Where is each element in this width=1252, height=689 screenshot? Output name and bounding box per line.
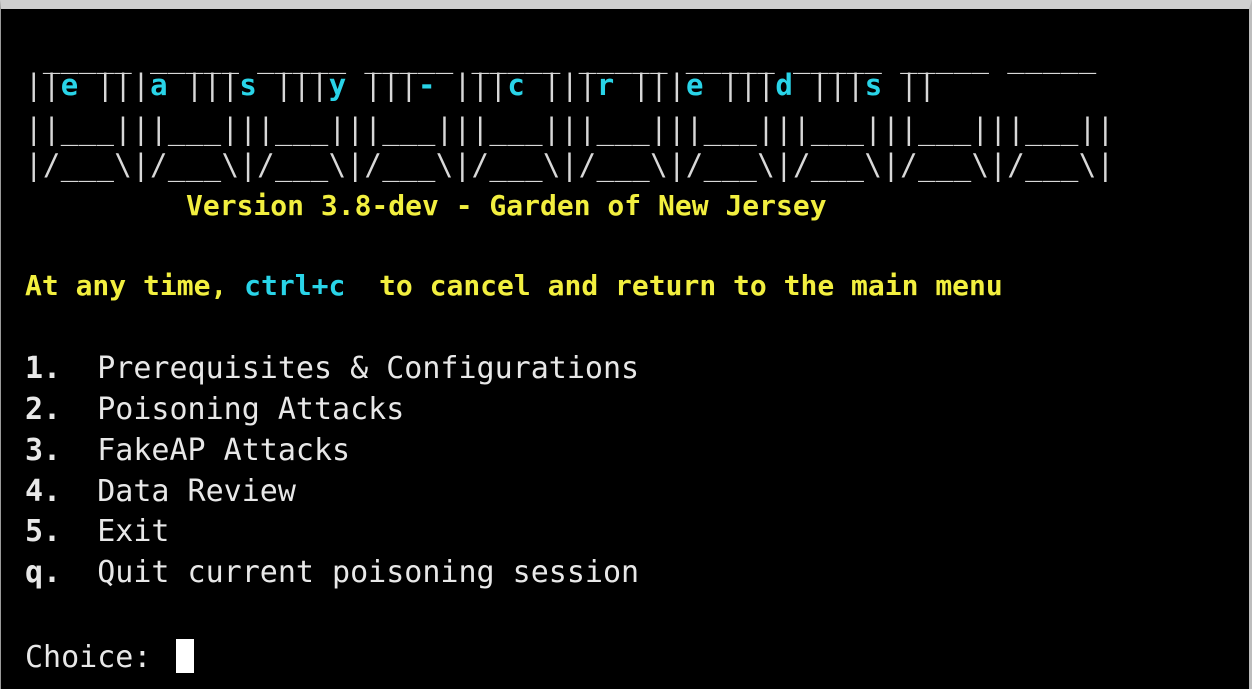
banner-letter: r [596,68,615,102]
banner-letter: c [507,68,526,102]
banner-letter: d [775,68,794,102]
menu-item-key: 3. [25,433,62,468]
version-text: Version 3.8-dev - Garden of New Jersey [186,189,827,222]
banner-letter: a [150,68,168,102]
banner-letter: y [328,68,347,102]
cancel-hint-suffix: to cancel and return to the main menu [345,269,1003,302]
menu-item-label: Poisoning Attacks [97,392,405,427]
menu-item-4: 4. Data Review [25,477,296,507]
terminal-screen[interactable]: _____ _____ _____ _____ _____ _____ ____… [1,9,1249,689]
banner-letters-line: ||e |||a |||s |||y |||- |||c |||r |||e |… [25,68,937,102]
banner-letter: s [239,68,258,102]
menu-item-key: 1. [25,351,62,386]
menu-item-label: Quit current poisoning session [97,555,640,590]
menu-item-3: 3. FakeAP Attacks [25,436,350,466]
cancel-hint-prefix: At any time, [25,269,245,302]
menu-item-key: 2. [25,392,62,427]
menu-item-key: 4. [25,474,62,509]
banner-letter: e [60,68,79,102]
menu-item-label: FakeAP Attacks [97,433,351,468]
cancel-hint-key: ctrl+c [244,269,346,302]
choice-prompt-label: Choice: [25,640,170,675]
menu-item-label: Data Review [97,474,296,509]
menu-item-5: 5. Exit [25,517,170,547]
cursor-block[interactable] [175,639,194,673]
banner-base-line: |/___\|/___\|/___\|/___\|/___\|/___\|/__… [25,148,1115,182]
menu-item-label: Prerequisites & Configurations [97,351,640,386]
menu-item-key: 5. [25,514,62,549]
choice-prompt[interactable]: Choice: [25,639,194,673]
menu-item-2: 2. Poisoning Attacks [25,395,404,425]
banner-letter: e [686,68,704,102]
menu-item-label: Exit [97,514,170,549]
banner-letter: s [864,68,883,102]
cancel-hint: At any time, ctrl+c to cancel and return… [25,272,1003,300]
menu-item-key: q. [25,555,62,590]
terminal-window: _____ _____ _____ _____ _____ _____ ____… [0,0,1252,689]
banner-bottom-line: ||___|||___|||___|||___|||___|||___|||__… [25,112,1115,146]
menu-item-q: q. Quit current poisoning session [25,558,639,588]
banner-letter: - [418,68,436,102]
menu-item-1: 1. Prerequisites & Configurations [25,354,639,384]
